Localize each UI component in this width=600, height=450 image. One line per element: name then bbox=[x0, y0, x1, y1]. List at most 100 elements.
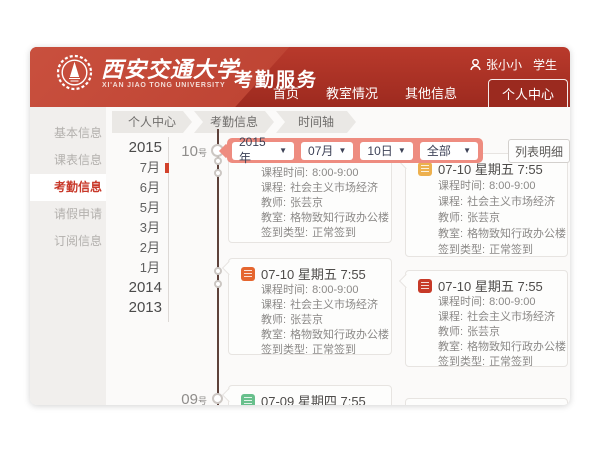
field-value: 张芸京 bbox=[467, 326, 500, 338]
field-label: 课程时间: bbox=[261, 284, 308, 296]
field-value: 社会主义市场经济 bbox=[290, 182, 378, 194]
timeline-period-2月[interactable]: 2月 bbox=[70, 238, 162, 258]
field-label: 教室: bbox=[438, 228, 463, 240]
card-header: 07-09 星期四 7:55 bbox=[241, 391, 379, 405]
day-marker-09: 09号 bbox=[167, 391, 207, 405]
card-title: 07-09 星期四 7:55 bbox=[261, 391, 366, 405]
attendance-card: 07-09 星期四 7:55 bbox=[228, 385, 392, 405]
card-field-row: 教师:张芸京 bbox=[418, 325, 555, 340]
timeline-node[interactable] bbox=[214, 267, 222, 275]
attendance-card bbox=[405, 398, 568, 405]
field-label: 签到类型: bbox=[261, 227, 308, 239]
field-value: 格物致知行政办公楼 bbox=[467, 341, 566, 353]
field-value: 张芸京 bbox=[290, 314, 323, 326]
field-value: 社会主义市场经济 bbox=[467, 311, 555, 323]
nav-tab-personal-center[interactable]: 个人中心 bbox=[488, 79, 568, 107]
field-value: 8:00-9:00 bbox=[312, 167, 358, 179]
user-name: 张小小 bbox=[486, 56, 522, 73]
card-field-row: 课程时间: 8:00-9:00 bbox=[418, 178, 555, 194]
field-value: 社会主义市场经济 bbox=[290, 299, 378, 311]
field-label: 教室: bbox=[438, 341, 463, 353]
person-icon bbox=[470, 59, 481, 71]
day-marker-10: 10号 bbox=[167, 143, 207, 161]
timeline-period-5月[interactable]: 5月 bbox=[70, 198, 162, 218]
month-select[interactable]: 07月▼ bbox=[301, 142, 353, 160]
field-value: 8:00-9:00 bbox=[489, 180, 535, 192]
card-field-row: 课程时间: 8:00-9:00 bbox=[241, 166, 379, 181]
timeline-node[interactable] bbox=[214, 169, 222, 177]
chevron-down-icon: ▼ bbox=[463, 146, 471, 155]
timeline-period-list: 20157月6月5月3月2月1月20142013 bbox=[70, 138, 162, 318]
nav-item-home[interactable]: 首页 bbox=[273, 83, 299, 102]
timeline-period-1月[interactable]: 1月 bbox=[70, 258, 162, 278]
attendance-card: 07-10 星期五 7:55课程时间: 8:00-9:00 课程: 社会主义市场经济教… bbox=[228, 258, 392, 355]
timeline-node[interactable] bbox=[214, 157, 222, 165]
chevron-down-icon: ▼ bbox=[339, 146, 347, 155]
university-logo-icon bbox=[56, 54, 93, 91]
card-title: 07-10 星期五 7:55 bbox=[261, 264, 366, 283]
field-value: 张芸京 bbox=[290, 197, 323, 209]
nav-item-classrooms[interactable]: 教室情况 bbox=[326, 83, 378, 102]
field-label: 签到类型: bbox=[438, 356, 485, 368]
field-label: 教室: bbox=[261, 329, 286, 341]
timeline-period-6月[interactable]: 6月 bbox=[70, 178, 162, 198]
card-field-row: 签到类型: 正常签到 bbox=[241, 343, 379, 358]
card-field-row: 教室:格物致知行政办公楼 bbox=[418, 226, 555, 242]
university-name-cn: 西安交通大学 bbox=[101, 52, 239, 84]
card-field-row: 课程: 社会主义市场经济 bbox=[241, 181, 379, 196]
university-name-en: XI'AN JIAO TONG UNIVERSITY bbox=[102, 82, 225, 89]
user-role: 学生 bbox=[533, 56, 557, 73]
day-select[interactable]: 10日▼ bbox=[360, 142, 412, 160]
field-label: 课程时间: bbox=[261, 167, 308, 179]
chevron-down-icon: ▼ bbox=[398, 146, 406, 155]
card-field-row: 教室:格物致知行政办公楼 bbox=[241, 211, 379, 226]
field-value: 格物致知行政办公楼 bbox=[290, 212, 389, 224]
timeline-period-3月[interactable]: 3月 bbox=[70, 218, 162, 238]
timeline-period-2014[interactable]: 2014 bbox=[70, 278, 162, 298]
field-value: 正常签到 bbox=[312, 227, 356, 239]
field-label: 课程时间: bbox=[438, 180, 485, 192]
card-field-row: 课程时间:8:00-9:00 bbox=[418, 295, 555, 310]
field-label: 课程: bbox=[261, 182, 286, 194]
timeline-period-2013[interactable]: 2013 bbox=[70, 298, 162, 318]
current-month-marker bbox=[165, 163, 169, 173]
card-field-row: 课程:社会主义市场经济 bbox=[418, 310, 555, 325]
card-field-row: 签到类型: 正常签到 bbox=[418, 242, 555, 258]
field-value: 正常签到 bbox=[312, 344, 356, 356]
breadcrumb-attendance-info[interactable]: 考勤信息 bbox=[194, 111, 274, 133]
app-header: 西安交通大学 XI'AN JIAO TONG UNIVERSITY 考勤服务 张… bbox=[30, 47, 570, 107]
breadcrumb-personal-center[interactable]: 个人中心 bbox=[112, 111, 192, 133]
card-field-row: 课程:社会主义市场经济 bbox=[418, 194, 555, 210]
field-value: 8:00-9:00 bbox=[312, 284, 358, 296]
field-label: 教师: bbox=[438, 212, 463, 224]
status-icon bbox=[241, 394, 255, 406]
field-label: 课程: bbox=[438, 196, 463, 208]
nav-item-other-info[interactable]: 其他信息 bbox=[405, 83, 457, 102]
card-field-row: 教师:张芸京 bbox=[418, 210, 555, 226]
timeline-node[interactable] bbox=[214, 280, 222, 288]
field-label: 签到类型: bbox=[438, 244, 485, 256]
filter-bubble: 2015年▼ 07月▼ 10日▼ 全部▼ bbox=[227, 138, 483, 163]
field-label: 课程时间: bbox=[438, 296, 485, 308]
breadcrumb-timeline[interactable]: 时间轴 bbox=[276, 111, 356, 133]
card-field-row: 教师: 张芸京 bbox=[241, 196, 379, 211]
category-select[interactable]: 全部▼ bbox=[420, 142, 478, 160]
user-info[interactable]: 张小小 学生 bbox=[470, 56, 557, 73]
card-field-row: 课程: 社会主义市场经济 bbox=[241, 298, 379, 313]
list-detail-button[interactable]: 列表明细 bbox=[508, 139, 570, 163]
field-value: 格物致知行政办公楼 bbox=[467, 228, 566, 240]
field-value: 正常签到 bbox=[489, 244, 533, 256]
timeline-period-2015[interactable]: 2015 bbox=[70, 138, 162, 158]
field-value: 格物致知行政办公楼 bbox=[290, 329, 389, 341]
field-label: 签到类型: bbox=[261, 344, 308, 356]
chevron-down-icon: ▼ bbox=[279, 146, 287, 155]
card-field-row: 教室:格物致知行政办公楼 bbox=[418, 340, 555, 355]
field-label: 课程: bbox=[261, 299, 286, 311]
year-select[interactable]: 2015年▼ bbox=[232, 142, 294, 160]
field-label: 教室: bbox=[261, 212, 286, 224]
card-header: 07-10 星期五 7:55 bbox=[241, 264, 379, 283]
timeline-period-7月[interactable]: 7月 bbox=[70, 158, 162, 178]
main-nav: 首页 教室情况 其他信息 个人中心 bbox=[273, 77, 570, 107]
card-field-row: 教师:张芸京 bbox=[241, 313, 379, 328]
field-label: 教师: bbox=[261, 197, 286, 209]
